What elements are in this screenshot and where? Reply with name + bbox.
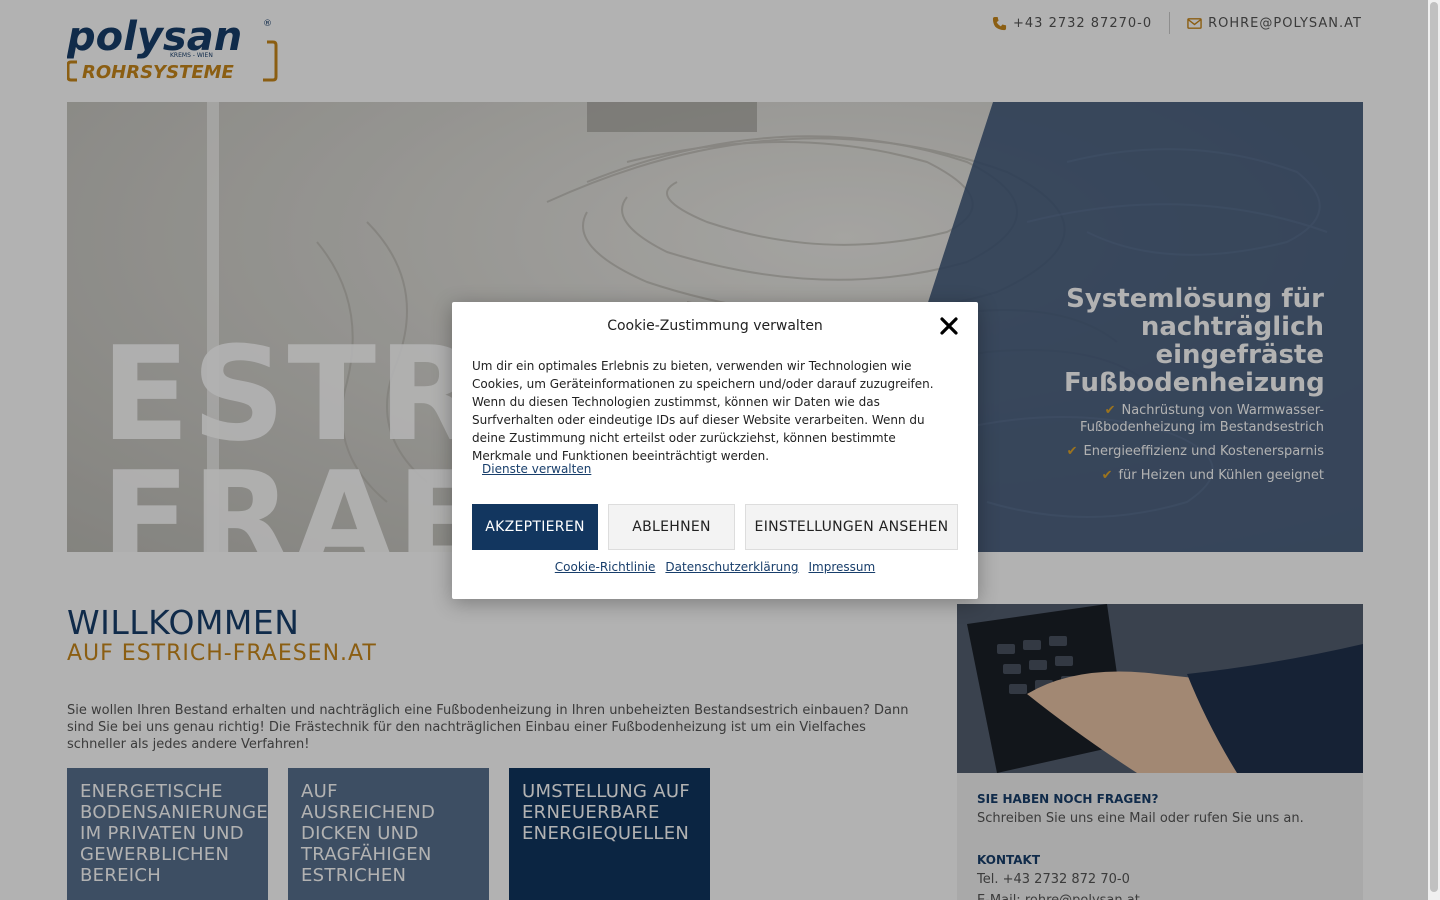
close-button[interactable] (940, 317, 958, 335)
cookie-policy-link[interactable]: Cookie-Richtlinie (555, 560, 656, 574)
accept-button[interactable]: AKZEPTIEREN (472, 504, 598, 550)
manage-services-link[interactable]: Dienste verwalten (482, 462, 591, 476)
cookie-modal-buttons: AKZEPTIEREN ABLEHNEN EINSTELLUNGEN ANSEH… (472, 504, 958, 550)
view-settings-button[interactable]: EINSTELLUNGEN ANSEHEN (745, 504, 958, 550)
privacy-policy-link[interactable]: Datenschutzerklärung (665, 560, 798, 574)
cookie-modal-links: Cookie-Richtlinie Datenschutzerklärung I… (452, 560, 978, 574)
cookie-modal-text: Um dir ein optimales Erlebnis zu bieten,… (472, 359, 934, 463)
cookie-consent-modal: Cookie-Zustimmung verwalten Um dir ein o… (452, 302, 978, 599)
deny-button[interactable]: ABLEHNEN (608, 504, 735, 550)
page-scrollbar[interactable] (1428, 0, 1440, 900)
scrollbar-thumb[interactable] (1430, 2, 1438, 892)
close-icon (940, 317, 958, 335)
cookie-modal-title: Cookie-Zustimmung verwalten (607, 318, 823, 334)
imprint-link[interactable]: Impressum (809, 560, 876, 574)
